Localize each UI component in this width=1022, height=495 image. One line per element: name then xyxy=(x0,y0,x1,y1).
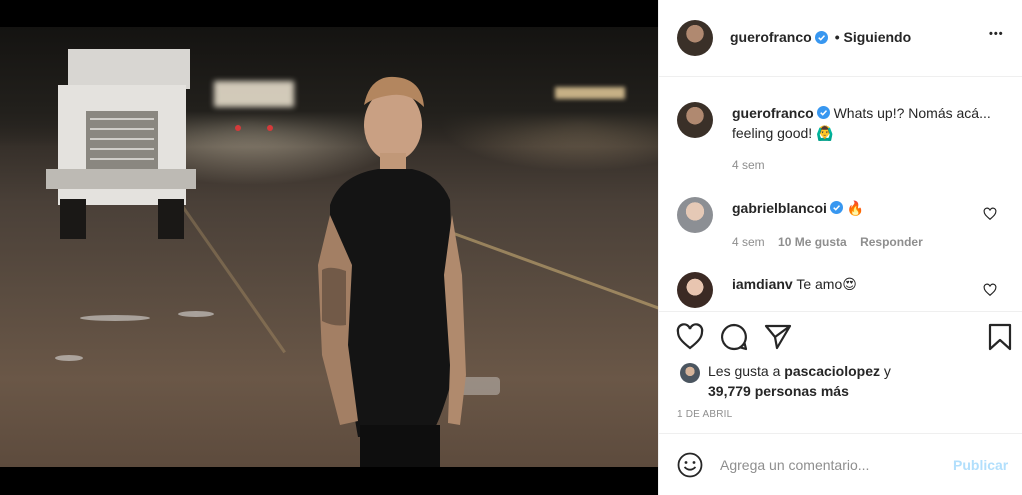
verified-badge-icon xyxy=(816,106,830,119)
comment-text: 🔥 xyxy=(846,200,865,216)
header-user-line: guerofranco • Siguiendo xyxy=(730,29,911,45)
heart-icon[interactable] xyxy=(675,322,705,352)
publish-button[interactable]: Publicar xyxy=(953,457,1008,473)
comment-composer: Agrega un comentario... Publicar xyxy=(659,433,1022,495)
truck-graphic xyxy=(46,49,196,239)
post-date[interactable]: 1 DE ABRIL xyxy=(677,409,732,420)
comment: iamdianv Te amo😍 xyxy=(732,274,972,294)
caption-username[interactable]: guerofranco xyxy=(732,105,814,121)
comment-time[interactable]: 4 sem xyxy=(732,235,765,249)
likes-prefix: Les gusta a xyxy=(708,363,785,379)
photo-light xyxy=(555,87,625,99)
heart-icon[interactable] xyxy=(983,283,997,297)
instagram-post-view: guerofranco • Siguiendo ••• guerofranco … xyxy=(0,0,1022,495)
likes-suffix: y xyxy=(879,363,891,379)
verified-badge-icon xyxy=(829,201,843,214)
heart-icon[interactable] xyxy=(983,207,997,221)
bookmark-icon[interactable] xyxy=(985,322,1015,352)
post-media xyxy=(0,0,658,495)
emoji-icon[interactable] xyxy=(677,452,703,478)
follow-state-button[interactable]: • Siguiendo xyxy=(835,29,911,45)
likes-count[interactable]: 39,779 personas más xyxy=(708,383,849,399)
post-header: guerofranco • Siguiendo ••• xyxy=(659,0,1022,77)
likes-summary: Les gusta a pascaciolopez y 39,779 perso… xyxy=(708,361,948,401)
comment-text: Te amo😍 xyxy=(796,276,857,292)
caption: guerofranco Whats up!? Nomás acá... feel… xyxy=(732,103,1002,143)
likes-user[interactable]: pascaciolopez xyxy=(784,363,880,379)
avatar[interactable] xyxy=(677,20,713,56)
comment-meta: 4 sem 10 Me gusta Responder xyxy=(732,235,923,249)
photo-light xyxy=(214,81,294,107)
verified-badge-icon xyxy=(814,30,828,44)
paper-plane-icon[interactable] xyxy=(763,322,793,352)
caption-time[interactable]: 4 sem xyxy=(732,158,765,172)
avatar[interactable] xyxy=(677,102,713,138)
photo-light xyxy=(267,125,273,131)
photo-light xyxy=(235,125,241,131)
person-graphic xyxy=(318,76,466,467)
actions-divider xyxy=(659,311,1022,312)
header-username[interactable]: guerofranco xyxy=(730,29,812,45)
comment: gabrielblancoi 🔥 xyxy=(732,198,972,218)
comment-likes[interactable]: 10 Me gusta xyxy=(778,235,847,249)
comment-username[interactable]: iamdianv xyxy=(732,276,793,292)
road-mark xyxy=(55,355,83,361)
reply-button[interactable]: Responder xyxy=(860,235,923,249)
avatar[interactable] xyxy=(677,197,713,233)
avatar[interactable] xyxy=(680,363,700,383)
avatar[interactable] xyxy=(677,272,713,308)
road-mark xyxy=(178,311,214,317)
comment-icon[interactable] xyxy=(719,322,749,352)
comment-username[interactable]: gabrielblancoi xyxy=(732,200,827,216)
more-options-icon[interactable]: ••• xyxy=(989,28,1004,40)
comment-input[interactable]: Agrega un comentario... xyxy=(720,457,869,473)
road-mark xyxy=(80,315,150,321)
post-side-panel: guerofranco • Siguiendo ••• guerofranco … xyxy=(658,0,1022,495)
post-photo[interactable] xyxy=(0,27,658,467)
